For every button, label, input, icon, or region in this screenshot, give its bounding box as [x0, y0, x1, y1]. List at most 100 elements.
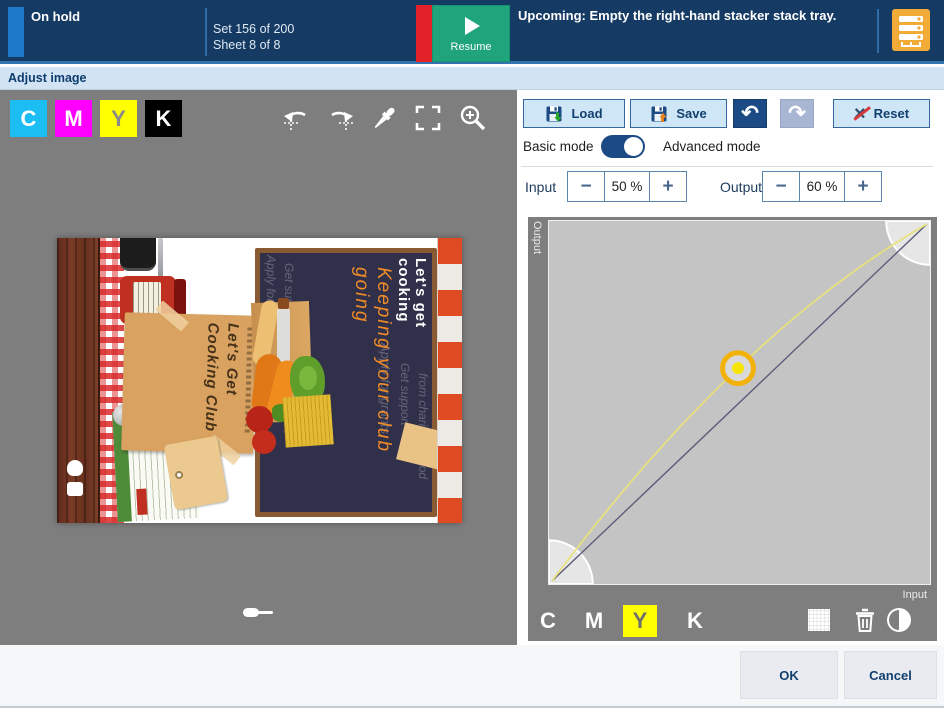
channel-chip-cyan[interactable]: C [10, 100, 47, 137]
preview-zoom-slider-handle[interactable] [243, 608, 259, 617]
spaghetti-bundle [282, 394, 333, 447]
fit-to-view-button[interactable] [413, 103, 443, 133]
flyer-title: Let's Get Cooking Club [199, 322, 242, 447]
trash-icon [852, 607, 878, 633]
output-value: 60 % [799, 172, 845, 201]
printer-status-label: On hold [31, 9, 80, 24]
curve-channel-yellow[interactable]: Y [623, 605, 657, 637]
output-increment-button[interactable]: + [845, 172, 881, 201]
curve-channel-black[interactable]: K [678, 605, 712, 637]
stacker-trays-glyph [892, 9, 930, 51]
save-button[interactable]: Save [630, 99, 727, 128]
tomato [252, 430, 276, 454]
board-logo: Let's get cooking [395, 258, 429, 378]
load-button-label: Load [571, 106, 602, 121]
adjust-image-editor: Load Save ↶ ↷ × Reset Basic mode Advance… [517, 90, 944, 645]
chef-logo [67, 460, 83, 476]
output-stepper-label: Output [720, 179, 762, 195]
resume-button[interactable]: Resume [432, 5, 510, 62]
floppy-save-icon [650, 105, 668, 123]
output-stepper: − 60 % + [762, 171, 882, 202]
curve-channel-row: C M Y K [528, 601, 937, 641]
input-decrement-button[interactable]: − [568, 172, 604, 201]
print-preview-page[interactable]: Let's Get Cooking Club Apply for grants … [57, 238, 462, 523]
ok-button[interactable]: OK [740, 651, 838, 699]
reset-x-icon: × [854, 104, 866, 124]
printer-status-bar: On hold Set 156 of 200 Sheet 8 of 8 Resu… [0, 0, 944, 64]
channel-chip-yellow[interactable]: Y [100, 100, 137, 137]
set-progress: Set 156 of 200 [213, 21, 294, 37]
input-increment-button[interactable]: + [650, 172, 686, 201]
play-icon [460, 15, 482, 37]
curve-channel-cyan[interactable]: C [531, 605, 565, 637]
rotate-right-icon [326, 103, 356, 133]
delete-curve-button[interactable] [852, 607, 878, 633]
undo-button[interactable]: ↶ [733, 99, 767, 128]
tomato [246, 406, 273, 433]
save-button-label: Save [676, 106, 706, 121]
rotate-right-button[interactable] [326, 103, 356, 133]
reset-button[interactable]: × Reset [833, 99, 930, 128]
chef-logo-text-block [67, 482, 83, 496]
x-axis-label: Input [903, 589, 927, 601]
status-divider [877, 9, 879, 53]
eyedropper-button[interactable] [369, 103, 399, 133]
eyedropper-icon [369, 103, 399, 133]
load-button[interactable]: Load [523, 99, 625, 128]
alert-stripe [416, 5, 432, 62]
preview-zoom-slider-track [258, 611, 273, 614]
redo-icon: ↷ [788, 103, 806, 124]
zoom-in-icon [458, 103, 488, 133]
kraft-paper-flyer: Let's Get Cooking Club [121, 312, 257, 453]
resume-button-label: Resume [451, 41, 492, 53]
floppy-load-icon [545, 105, 563, 123]
bottle-cork [278, 298, 289, 309]
reset-button-label: Reset [874, 106, 909, 121]
oil-bottle [277, 306, 290, 364]
redo-button[interactable]: ↷ [780, 99, 814, 128]
channel-chip-magenta[interactable]: M [55, 100, 92, 137]
input-value: 50 % [604, 172, 650, 201]
contrast-button[interactable] [886, 607, 912, 633]
curve-plot-area[interactable] [548, 220, 931, 585]
candy-stripe-edge [437, 238, 462, 523]
section-divider [521, 166, 933, 167]
basic-mode-label: Basic mode [523, 139, 594, 154]
input-stepper-label: Input [525, 179, 556, 195]
rotate-left-button[interactable] [281, 103, 311, 133]
manila-tag [164, 436, 229, 510]
dialog-title-bar: Adjust image [0, 67, 944, 90]
grid-toggle-button[interactable] [806, 607, 832, 633]
newspaper-accent [136, 489, 147, 515]
preview-canvas: C M Y K [0, 90, 517, 645]
undo-icon: ↶ [741, 103, 759, 124]
upcoming-message: Upcoming: Empty the right-hand stacker s… [518, 8, 868, 23]
mode-toggle-knob [624, 137, 643, 156]
lettuce-highlight [299, 366, 317, 390]
curve-channel-magenta[interactable]: M [577, 605, 611, 637]
cooking-pot [120, 238, 156, 271]
dialog-footer: OK Cancel [0, 645, 944, 706]
reference-diagonal [552, 224, 927, 581]
input-stepper: − 50 % + [567, 171, 687, 202]
advanced-mode-label: Advanced mode [663, 139, 761, 154]
tag-hole [174, 470, 183, 479]
mode-toggle[interactable] [601, 135, 645, 158]
cancel-button[interactable]: Cancel [844, 651, 937, 699]
status-divider [205, 8, 207, 56]
y-axis-label: Output [531, 221, 543, 254]
sheet-progress: Sheet 8 of 8 [213, 37, 294, 53]
channel-chip-black[interactable]: K [145, 100, 182, 137]
stacker-trays-icon[interactable] [892, 9, 930, 51]
board-headline: Keeping your club going [350, 267, 394, 511]
curve-control-point-dot [732, 362, 744, 374]
curve-graph [549, 221, 930, 584]
contrast-icon [886, 607, 912, 633]
zoom-in-button[interactable] [458, 103, 488, 133]
fit-to-view-icon [413, 103, 443, 133]
dialog-title: Adjust image [8, 71, 87, 85]
rotate-left-icon [281, 103, 311, 133]
output-decrement-button[interactable]: − [763, 172, 799, 201]
status-accent-tab [8, 7, 24, 57]
job-progress: Set 156 of 200 Sheet 8 of 8 [213, 21, 294, 53]
